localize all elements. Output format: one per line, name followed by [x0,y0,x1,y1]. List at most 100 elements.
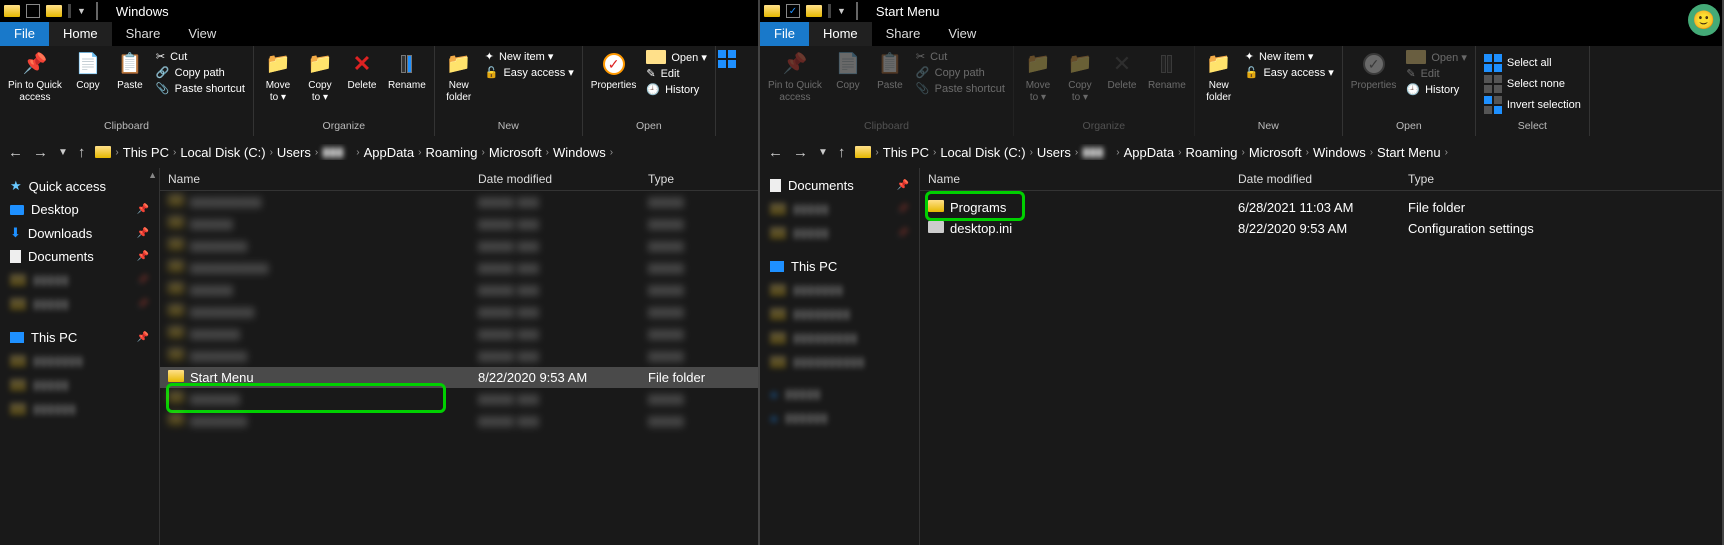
copy-button[interactable]: 📄Copy [72,50,104,92]
tab-file[interactable]: File [760,22,809,46]
col-type[interactable]: Type [640,172,720,186]
bc-roaming[interactable]: Roaming [426,145,478,160]
sidebar-quickaccess[interactable]: ★Quick access [0,174,159,198]
pastesc-button[interactable]: 📎Paste shortcut [156,82,245,95]
sidebar-documents[interactable]: Documents📌 [0,245,159,268]
bc-user[interactable]: ▮▮▮ [322,144,352,160]
select-icon[interactable] [718,50,736,68]
sidebar-thispc[interactable]: This PC📌 [0,326,159,349]
newfolder-button[interactable]: 📁New folder [443,50,475,104]
pin-button[interactable]: 📌Pin to Quick access [8,50,62,104]
open-button[interactable]: Open ▾ [1406,50,1467,64]
rename-button[interactable]: Rename [388,50,426,92]
moveto-button[interactable]: 📁Move to ▾ [1022,50,1054,104]
tab-file[interactable]: File [0,22,49,46]
sidebar-item[interactable]: ■▮▮▮▮▮ [760,382,919,406]
sidebar-item[interactable]: ▮▮▮▮▮📌 [0,292,159,316]
qat-folder-icon[interactable] [46,5,62,17]
file-row[interactable]: ▮▮▮▮▮▮▮▮▮▮▮▮▮▮▮ ▮▮▮▮▮▮▮▮ [160,191,758,213]
file-row[interactable]: ▮▮▮▮▮▮▮▮▮▮▮▮ ▮▮▮▮▮▮▮▮ [160,388,758,410]
sidebar-item[interactable]: ▮▮▮▮▮▮▮ [760,278,919,302]
bc-roaming[interactable]: Roaming [1186,145,1238,160]
col-name[interactable]: Name [920,172,1230,186]
bc-c[interactable]: Local Disk (C:) [180,145,265,160]
file-row[interactable]: ▮▮▮▮▮▮▮▮▮▮▮▮▮ ▮▮▮▮▮▮▮▮ [160,410,758,432]
bc-users[interactable]: Users [1037,145,1071,160]
newfolder-button[interactable]: 📁New folder [1203,50,1235,104]
col-modified[interactable]: Date modified [1230,172,1400,186]
sidebar-item[interactable]: ▮▮▮▮▮▮▮▮ [760,302,919,326]
cut-button[interactable]: ✂Cut [916,50,1005,63]
qat-dropdown-icon[interactable]: ▼ [837,6,846,16]
scroll-up-icon[interactable]: ▲ [148,170,157,180]
edit-button[interactable]: ✎Edit [646,67,707,80]
tab-home[interactable]: Home [809,22,872,46]
nav-recent[interactable]: ▼ [58,147,68,158]
sidebar-item[interactable]: ▮▮▮▮▮▮▮ [0,349,159,373]
pin-button[interactable]: 📌Pin to Quick access [768,50,822,104]
breadcrumb[interactable]: › This PC› Local Disk (C:)› Users› ▮▮▮› … [855,144,1714,160]
nav-recent[interactable]: ▼ [818,147,828,158]
history-button[interactable]: 🕘History [646,83,707,96]
nav-back[interactable]: ← [8,144,23,161]
edit-button[interactable]: ✎Edit [1406,67,1467,80]
delete-button[interactable]: ✕Delete [1106,50,1138,92]
easyaccess-button[interactable]: 🔓Easy access ▾ [485,66,574,79]
selectnone-button[interactable]: Select none [1484,75,1581,93]
easyaccess-button[interactable]: 🔓Easy access ▾ [1245,66,1334,79]
qat-checkbox[interactable]: ✓ [786,4,800,18]
invert-button[interactable]: Invert selection [1484,96,1581,114]
bc-thispc[interactable]: This PC [123,145,169,160]
col-name[interactable]: Name [160,172,470,186]
tab-share[interactable]: Share [872,22,935,46]
tab-share[interactable]: Share [112,22,175,46]
properties-button[interactable]: ✓Properties [1351,50,1397,92]
tab-view[interactable]: View [174,22,230,46]
selectall-button[interactable]: Select all [1484,54,1581,72]
copyto-button[interactable]: 📁Copy to ▾ [1064,50,1096,104]
bc-users[interactable]: Users [277,145,311,160]
bc-appdata[interactable]: AppData [1124,145,1175,160]
sidebar-documents[interactable]: Documents📌 [760,174,919,197]
col-modified[interactable]: Date modified [470,172,640,186]
copypath-button[interactable]: 🔗Copy path [916,66,1005,79]
open-button[interactable]: Open ▾ [646,50,707,64]
file-row[interactable]: ▮▮▮▮▮▮▮▮▮▮▮ ▮▮▮▮▮▮▮▮ [160,279,758,301]
nav-up[interactable]: ↑ [78,144,86,161]
sidebar-item[interactable]: ■▮▮▮▮▮▮ [760,406,919,430]
sidebar-downloads[interactable]: ⬇Downloads📌 [0,221,159,245]
newitem-button[interactable]: ✦New item ▾ [1245,50,1334,63]
bc-c[interactable]: Local Disk (C:) [940,145,1025,160]
delete-button[interactable]: ✕Delete [346,50,378,92]
properties-button[interactable]: ✓Properties [591,50,637,92]
newitem-button[interactable]: ✦New item ▾ [485,50,574,63]
history-button[interactable]: 🕘History [1406,83,1467,96]
qat-folder-icon[interactable] [806,5,822,17]
bc-win[interactable]: Windows [1313,145,1366,160]
sidebar-item[interactable]: ▮▮▮▮▮📌 [760,197,919,221]
file-row[interactable]: ▮▮▮▮▮▮▮▮▮▮▮▮▮ ▮▮▮▮▮▮▮▮ [160,345,758,367]
file-row-programs[interactable]: Programs 6/28/2021 11:03 AM File folder [920,197,1722,218]
sidebar-item[interactable]: ▮▮▮▮▮📌 [0,268,159,292]
rename-button[interactable]: Rename [1148,50,1186,92]
sidebar-desktop[interactable]: Desktop📌 [0,198,159,221]
nav-up[interactable]: ↑ [838,144,846,161]
moveto-button[interactable]: 📁Move to ▾ [262,50,294,104]
sidebar-item[interactable]: ▮▮▮▮▮ [0,373,159,397]
nav-fwd[interactable]: → [793,144,808,161]
paste-button[interactable]: 📋Paste [114,50,146,92]
cut-button[interactable]: ✂Cut [156,50,245,63]
paste-button[interactable]: 📋Paste [874,50,906,92]
file-row[interactable]: ▮▮▮▮▮▮▮▮▮▮▮▮▮ ▮▮▮▮▮▮▮▮ [160,235,758,257]
nav-back[interactable]: ← [768,144,783,161]
bc-ms[interactable]: Microsoft [489,145,542,160]
file-row[interactable]: ▮▮▮▮▮▮▮▮▮▮▮ ▮▮▮▮▮▮▮▮ [160,213,758,235]
bc-ms[interactable]: Microsoft [1249,145,1302,160]
sidebar-item[interactable]: ▮▮▮▮▮▮ [0,397,159,421]
file-row[interactable]: ▮▮▮▮▮▮▮▮▮▮▮▮▮▮▮▮ ▮▮▮▮▮▮▮▮ [160,257,758,279]
file-row[interactable]: ▮▮▮▮▮▮▮▮▮▮▮▮ ▮▮▮▮▮▮▮▮ [160,323,758,345]
copy-button[interactable]: 📄Copy [832,50,864,92]
bc-startmenu[interactable]: Start Menu [1377,145,1441,160]
pastesc-button[interactable]: 📎Paste shortcut [916,82,1005,95]
qat-checkbox[interactable] [26,4,40,18]
